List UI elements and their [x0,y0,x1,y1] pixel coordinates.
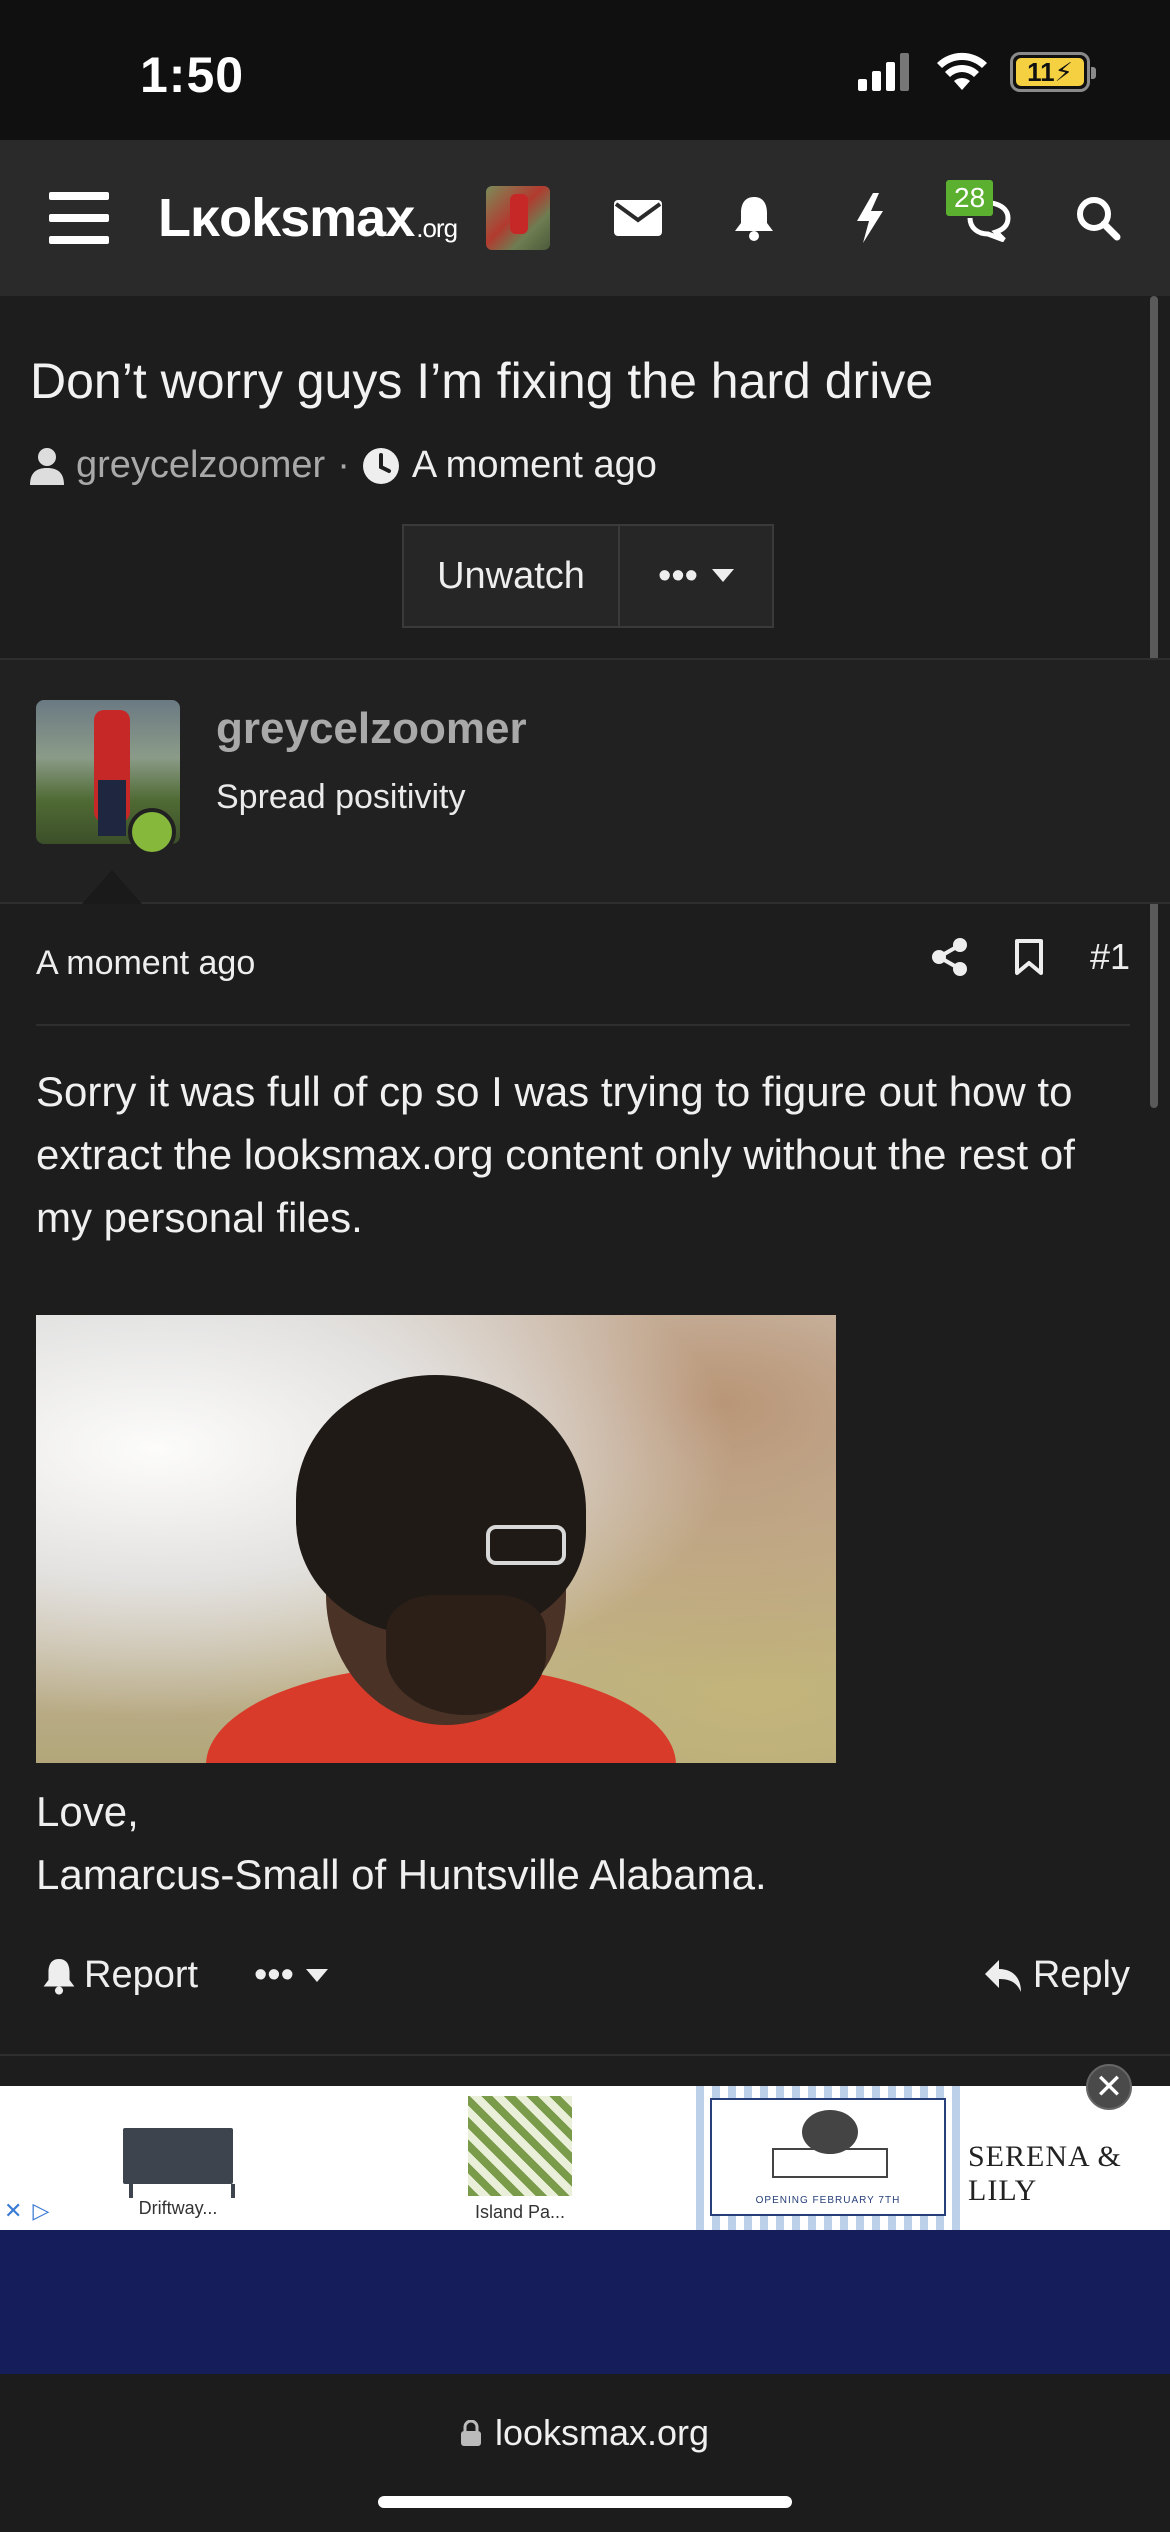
post-more-button[interactable]: ••• [254,1954,328,1997]
thread-more-button[interactable]: ••• [620,526,772,626]
logo-suffix: .org [416,212,458,243]
browser-address-bar[interactable]: looksmax.org [0,2374,1170,2532]
conversations-badge: 28 [946,180,994,216]
unwatch-button[interactable]: Unwatch [404,526,620,626]
post-image[interactable] [36,1315,836,1763]
search-button[interactable] [1068,140,1128,296]
url-text: looksmax.org [494,2412,710,2453]
reply-label: Reply [1032,1954,1130,1996]
logo-text: Lκoksmax [158,188,415,248]
post-pointer [82,870,142,904]
conversations-button[interactable] [950,140,1020,296]
divider [36,1024,1130,1026]
search-icon [1077,197,1121,241]
site-logo[interactable]: Lκoksmax .org [158,140,458,296]
bell-icon [735,197,773,241]
alerts-button[interactable] [724,140,784,296]
more-dots: ••• [254,1954,294,1996]
ad-thumbnail [123,2128,235,2198]
bell-icon [43,1958,75,1995]
ad-store-card: OPENING FEBRUARY 7TH [710,2098,946,2216]
url-display[interactable]: looksmax.org [0,2412,1170,2454]
meta-separator: · [337,444,350,486]
caret-down-icon [711,569,734,582]
post-user-title: Spread positivity [216,778,466,816]
signature-line-1: Love, [36,1788,139,1835]
share-icon[interactable] [931,938,968,976]
post-signature: Love, Lamarcus-Small of Huntsville Alaba… [36,1780,767,1906]
post-body: Sorry it was full of cp so I was trying … [36,1068,1075,1241]
thread-time[interactable]: A moment ago [412,444,657,487]
bookmark-icon[interactable] [1014,938,1044,976]
ad-product-1[interactable]: Driftway... [108,2096,248,2219]
ad-close-button[interactable]: ✕ [1086,2064,1132,2110]
ad-choices-close-icon[interactable]: ✕ [4,2198,22,2224]
status-indicators: 11 ⚡ [858,52,1096,92]
lightning-icon [857,193,883,243]
report-button[interactable]: Report [42,1954,198,1997]
thread-author-link[interactable]: greycelzoomer [76,444,325,487]
battery-level: 11 [1027,56,1055,87]
post-actions: #1 [931,936,1130,978]
ad-product-3[interactable]: OPENING FEBRUARY 7TH [696,2086,960,2230]
status-time: 1:50 [140,47,245,103]
storefront-illustration [772,2148,888,2178]
ad-choices-icon[interactable]: ▷ [32,2198,49,2224]
reply-button[interactable]: Reply [983,1954,1130,1997]
home-indicator[interactable] [378,2496,792,2508]
post-user-header: greycelzoomer Spread positivity [0,660,1170,904]
caret-down-icon [305,1968,328,1982]
post-footer: Report ••• Reply [36,1954,1130,2014]
account-avatar[interactable] [486,186,550,250]
battery-icon: 11 ⚡ [1010,52,1096,92]
ad-thumbnail [468,2096,572,2196]
post-username[interactable]: greycelzoomer [216,704,527,754]
reply-arrow-icon [984,1959,1021,1992]
status-bar: 1:50 11 ⚡ [0,0,1170,140]
wifi-icon [937,52,987,90]
thread-meta: greycelzoomer · A moment ago [30,444,657,487]
online-indicator [128,808,176,856]
user-icon [30,447,64,485]
report-label: Report [84,1954,199,1996]
ad-blue-band [0,2230,1170,2374]
divider [0,2054,1170,2056]
inbox-button[interactable] [608,140,668,296]
menu-button[interactable] [44,140,114,296]
divider [0,902,1170,904]
ad-choices[interactable]: ✕ ▷ [4,2198,49,2224]
whats-new-button[interactable] [840,140,900,296]
thread-title: Don’t worry guys I’m fixing the hard dri… [30,353,934,409]
post-time[interactable]: A moment ago [36,944,255,983]
ad-product-1-label: Driftway... [138,2198,218,2218]
ad-brand[interactable]: SERENA & LILY [968,2140,1170,2208]
post-number[interactable]: #1 [1090,936,1130,978]
thread-actions: Unwatch ••• [402,524,774,628]
ad-product-2[interactable]: Island Pa... [460,2096,580,2223]
top-navbar: Lκoksmax .org 28 [0,140,1170,296]
hamburger-icon [49,192,109,244]
more-dots: ••• [658,554,698,597]
ad-product-2-label: Island Pa... [474,2202,566,2222]
ad-banner[interactable]: Driftway... Island Pa... OPENING FEBRUAR… [0,2086,1170,2230]
clock-icon [362,447,399,484]
envelope-icon [614,200,662,236]
signature-line-2: Lamarcus-Small of Huntsville Alabama. [36,1851,767,1898]
cellular-signal-icon [858,53,909,91]
lock-icon [460,2420,481,2446]
ad-caption: OPENING FEBRUARY 7TH [755,2195,901,2206]
